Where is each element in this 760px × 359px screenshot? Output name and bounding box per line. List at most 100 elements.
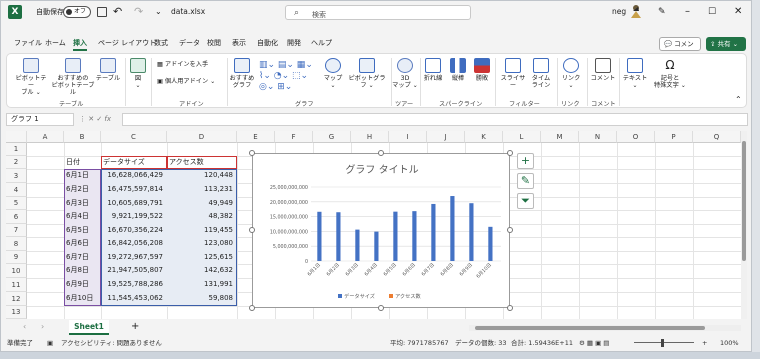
column-header[interactable]: A xyxy=(27,131,64,143)
column-header[interactable]: C xyxy=(101,131,167,143)
resize-handle[interactable] xyxy=(507,150,513,156)
column-header[interactable]: M xyxy=(541,131,579,143)
chart[interactable]: グラフ タイトル 25,000,000,000 20,000,000,000 15,… xyxy=(252,153,510,308)
tab-help[interactable]: ヘルプ xyxy=(311,38,332,48)
tab-home[interactable]: ホーム xyxy=(45,38,66,48)
status-sum[interactable]: 合計: 1.59436E+11 xyxy=(511,336,573,350)
resize-handle[interactable] xyxy=(249,305,255,311)
data-size-cell[interactable]: 19,272,967,597 xyxy=(101,251,163,264)
tab-automate[interactable]: 自動化 xyxy=(257,38,278,48)
resize-handle[interactable] xyxy=(249,150,255,156)
row-header[interactable]: 4 xyxy=(6,183,27,197)
slicer-button[interactable]: スライサー xyxy=(498,58,528,89)
access-count-cell[interactable]: 59,808 xyxy=(167,292,234,305)
access-count-cell[interactable]: 120,448 xyxy=(167,169,233,182)
access-count-cell[interactable]: 142,632 xyxy=(167,264,233,277)
zoom-slider-thumb[interactable] xyxy=(661,339,664,347)
comment-button[interactable]: 💬 コメント xyxy=(659,37,701,60)
name-box[interactable]: グラフ 1 xyxy=(6,113,74,126)
access-count-cell[interactable]: 119,455 xyxy=(167,224,233,237)
access-count-cell[interactable]: 123,080 xyxy=(167,237,233,250)
date-cell[interactable]: 6月10日 xyxy=(66,292,100,305)
date-cell[interactable]: 6月8日 xyxy=(66,264,100,277)
symbol-button[interactable]: Ω 記号と 特殊文字 ⌄ xyxy=(653,58,687,89)
access-count-cell[interactable]: 125,615 xyxy=(167,251,233,264)
data-size-cell[interactable]: 16,628,066,429 xyxy=(101,169,163,182)
zoom-slider[interactable] xyxy=(634,342,694,343)
sparkline-winloss-button[interactable]: 勝敗 xyxy=(472,58,492,82)
get-addins-button[interactable]: ▦ アドインを入手 xyxy=(157,61,208,68)
share-button[interactable]: ⇪ 共有 ⌄ xyxy=(706,37,746,51)
pivot-chart-button[interactable]: ピボットグラフ ⌄ xyxy=(347,58,387,89)
formula-input[interactable] xyxy=(122,113,748,126)
search-input[interactable]: ⌕ 検索 xyxy=(285,5,471,20)
resize-handle[interactable] xyxy=(378,305,384,311)
column-header[interactable]: I xyxy=(389,131,427,143)
chart-elements-button[interactable]: + xyxy=(517,153,534,169)
timeline-button[interactable]: タイム ライン xyxy=(528,58,554,89)
recommended-pivot-button[interactable]: おすすめの ピボットテーブル xyxy=(51,58,95,96)
maximize-button[interactable]: ☐ xyxy=(708,5,716,19)
resize-handle[interactable] xyxy=(249,227,255,233)
horizontal-scrollbar[interactable] xyxy=(469,325,741,331)
scrollbar-thumb[interactable] xyxy=(742,141,746,261)
row-header[interactable]: 6 xyxy=(6,210,27,224)
autosave-toggle[interactable]: オフ xyxy=(63,6,91,18)
recommended-charts-button[interactable]: おすすめ グラフ xyxy=(229,58,255,89)
sparkline-column-button[interactable]: 縦棒 xyxy=(448,58,468,82)
sparkline-line-button[interactable]: 折れ線 xyxy=(421,58,445,82)
column-header[interactable]: G xyxy=(313,131,351,143)
data-size-cell[interactable]: 16,475,597,814 xyxy=(101,183,163,196)
date-cell[interactable]: 6月7日 xyxy=(66,251,100,264)
fx-icon[interactable]: fx xyxy=(104,115,111,123)
ribbon-collapse-icon[interactable]: ⌃ xyxy=(735,96,742,104)
save-icon[interactable] xyxy=(97,7,107,17)
select-all-corner[interactable] xyxy=(6,131,27,143)
row-header[interactable]: 8 xyxy=(6,237,27,251)
tab-file[interactable]: ファイル xyxy=(14,38,42,48)
date-cell[interactable]: 6月3日 xyxy=(66,197,100,210)
column-header[interactable]: F xyxy=(275,131,313,143)
date-cell[interactable]: 6月2日 xyxy=(66,183,100,196)
data-size-cell[interactable]: 11,545,453,062 xyxy=(101,292,163,305)
resize-handle[interactable] xyxy=(507,305,513,311)
figure-button[interactable]: 図 ⌄ xyxy=(129,58,147,89)
date-cell[interactable]: 6月9日 xyxy=(66,278,100,291)
column-header[interactable]: E xyxy=(237,131,275,143)
access-count-cell[interactable]: 49,949 xyxy=(167,197,234,210)
status-count[interactable]: データの個数: 33 xyxy=(455,336,507,350)
tab-page-layout[interactable]: ページ レイアウト xyxy=(98,38,156,48)
pen-icon[interactable]: ✎ xyxy=(658,5,666,19)
row-header[interactable]: 5 xyxy=(6,197,27,210)
access-count-cell[interactable]: 131,991 xyxy=(167,278,233,291)
data-size-cell[interactable]: 10,605,689,791 xyxy=(101,197,163,210)
my-addins-button[interactable]: ▣ 個人用アドイン ⌄ xyxy=(157,78,215,85)
row-header[interactable]: 3 xyxy=(6,169,27,183)
minimize-button[interactable]: – xyxy=(685,5,690,19)
quick-access-more-icon[interactable]: ⌄ xyxy=(155,5,162,19)
close-button[interactable]: ✕ xyxy=(734,5,742,19)
data-size-cell[interactable]: 16,670,356,224 xyxy=(101,224,163,237)
date-cell[interactable]: 6月4日 xyxy=(66,210,100,223)
next-sheet-icon[interactable]: › xyxy=(41,322,44,331)
comment-insert-button[interactable]: コメント xyxy=(589,58,617,82)
zoom-level[interactable]: 100% xyxy=(720,336,739,350)
column-header[interactable]: H xyxy=(351,131,389,143)
row-header[interactable]: 2 xyxy=(6,156,27,169)
resize-handle[interactable] xyxy=(507,227,513,233)
chart-styles-button[interactable]: ✎ xyxy=(517,173,534,189)
tab-view[interactable]: 表示 xyxy=(232,38,246,48)
avatar[interactable] xyxy=(629,4,643,19)
row-header[interactable]: 1 xyxy=(6,143,27,156)
column-header[interactable]: N xyxy=(579,131,617,143)
sheet-tab-sheet1[interactable]: Sheet1 xyxy=(69,320,109,335)
column-header[interactable]: D xyxy=(167,131,237,143)
data-size-cell[interactable]: 21,947,505,807 xyxy=(101,264,163,277)
row-header[interactable]: 13 xyxy=(6,306,27,319)
3d-map-button[interactable]: 3D マップ ⌄ xyxy=(392,58,418,89)
accessibility-status[interactable]: アクセシビリティ: 問題ありません xyxy=(61,336,162,350)
map-button[interactable]: マップ ⌄ xyxy=(321,58,345,89)
access-count-cell[interactable]: 48,382 xyxy=(167,210,234,223)
zoom-plus-icon[interactable]: + xyxy=(702,336,707,350)
resize-handle[interactable] xyxy=(378,150,384,156)
